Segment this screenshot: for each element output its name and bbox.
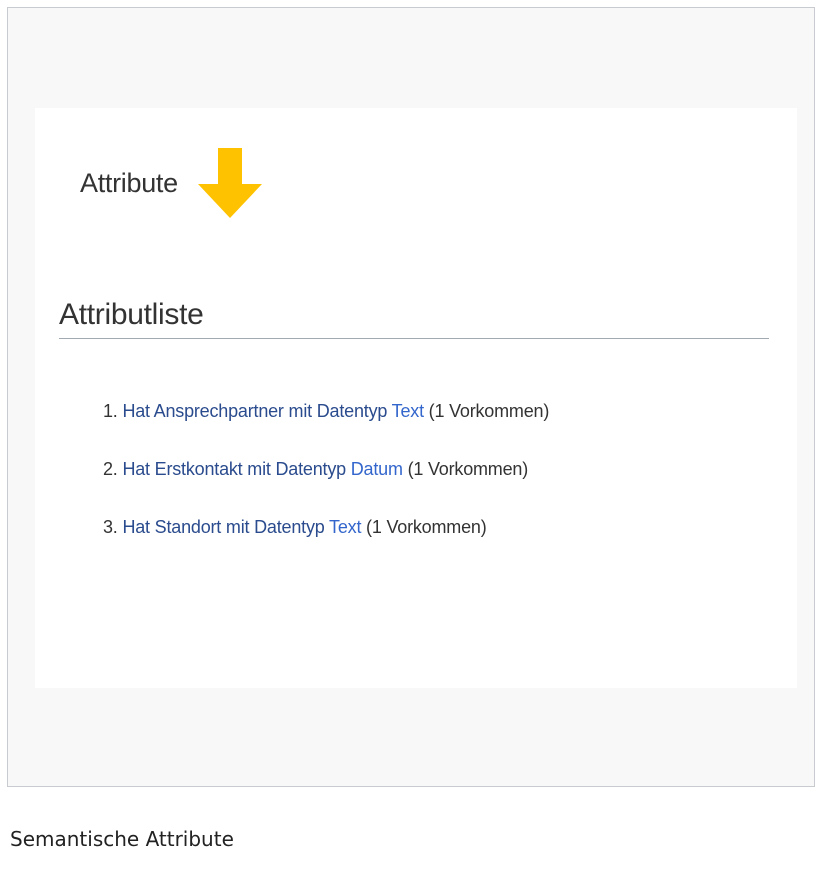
item-number: 3. [103,517,118,537]
arrow-down-icon [197,148,262,218]
figure-caption: Semantische Attribute [10,827,234,851]
figure-frame: Attribute Attributliste 1. Hat Ansprechp… [7,7,815,787]
property-connector: mit Datentyp [283,401,392,421]
list-item: 3. Hat Standort mit Datentyp Text (1 Vor… [103,512,549,542]
occurrence-count: (1 Vorkommen) [402,459,529,479]
item-number: 1. [103,401,118,421]
datatype-link[interactable]: Text [329,517,361,537]
datatype-link[interactable]: Datum [351,459,403,479]
occurrence-count: (1 Vorkommen) [361,517,487,537]
attribute-list: 1. Hat Ansprechpartner mit Datentyp Text… [103,396,549,542]
list-item: 1. Hat Ansprechpartner mit Datentyp Text… [103,396,549,426]
property-link[interactable]: Hat Erstkontakt [122,459,242,479]
property-link[interactable]: Hat Standort [122,517,221,537]
property-connector: mit Datentyp [221,517,330,537]
attribute-title: Attribute [80,167,178,198]
property-connector: mit Datentyp [242,459,351,479]
property-link[interactable]: Hat Ansprechpartner [122,401,283,421]
occurrence-count: (1 Vorkommen) [423,401,550,421]
screenshot-card: Attribute Attributliste 1. Hat Ansprechp… [35,108,797,688]
attribute-header: Attribute [80,148,262,218]
datatype-link[interactable]: Text [392,401,424,421]
attribute-list-heading: Attributliste [59,298,769,339]
item-number: 2. [103,459,118,479]
list-item: 2. Hat Erstkontakt mit Datentyp Datum (1… [103,454,549,484]
